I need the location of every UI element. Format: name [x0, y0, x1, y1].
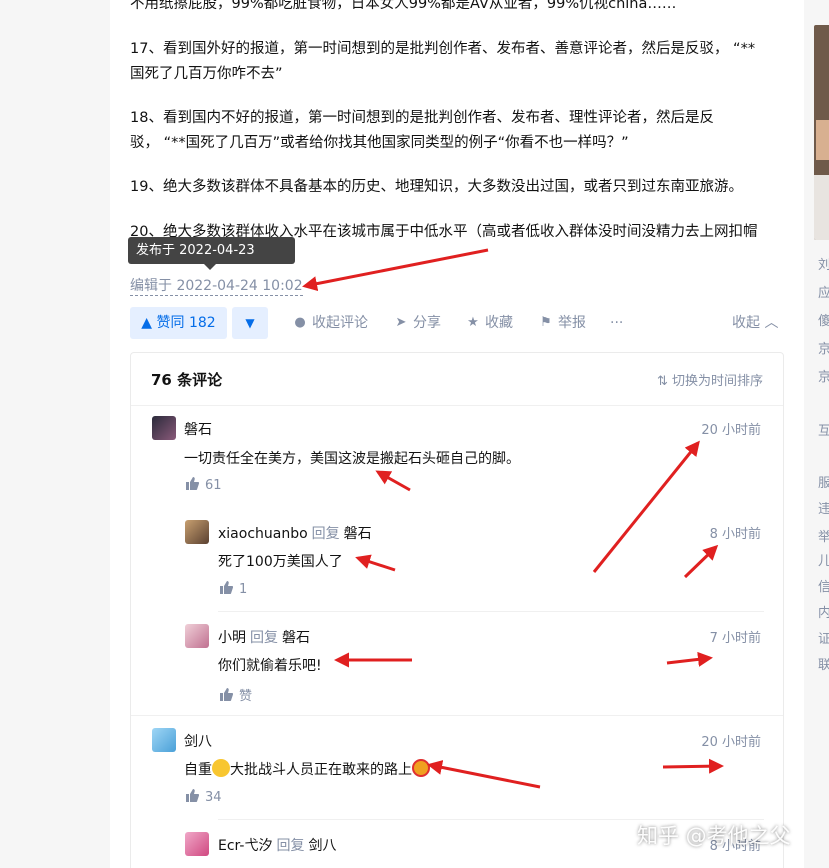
annotation-arrows: [302, 248, 724, 789]
red-arrow: [355, 554, 396, 572]
red-arrow: [592, 440, 700, 573]
red-arrow: [302, 248, 489, 292]
red-arrow: [683, 544, 719, 579]
red-arrow: [666, 651, 713, 667]
watermark: 知乎 @考他之父: [637, 824, 791, 848]
red-arrow: [662, 758, 724, 774]
red-arrow: [427, 759, 541, 789]
red-arrow: [375, 470, 411, 492]
